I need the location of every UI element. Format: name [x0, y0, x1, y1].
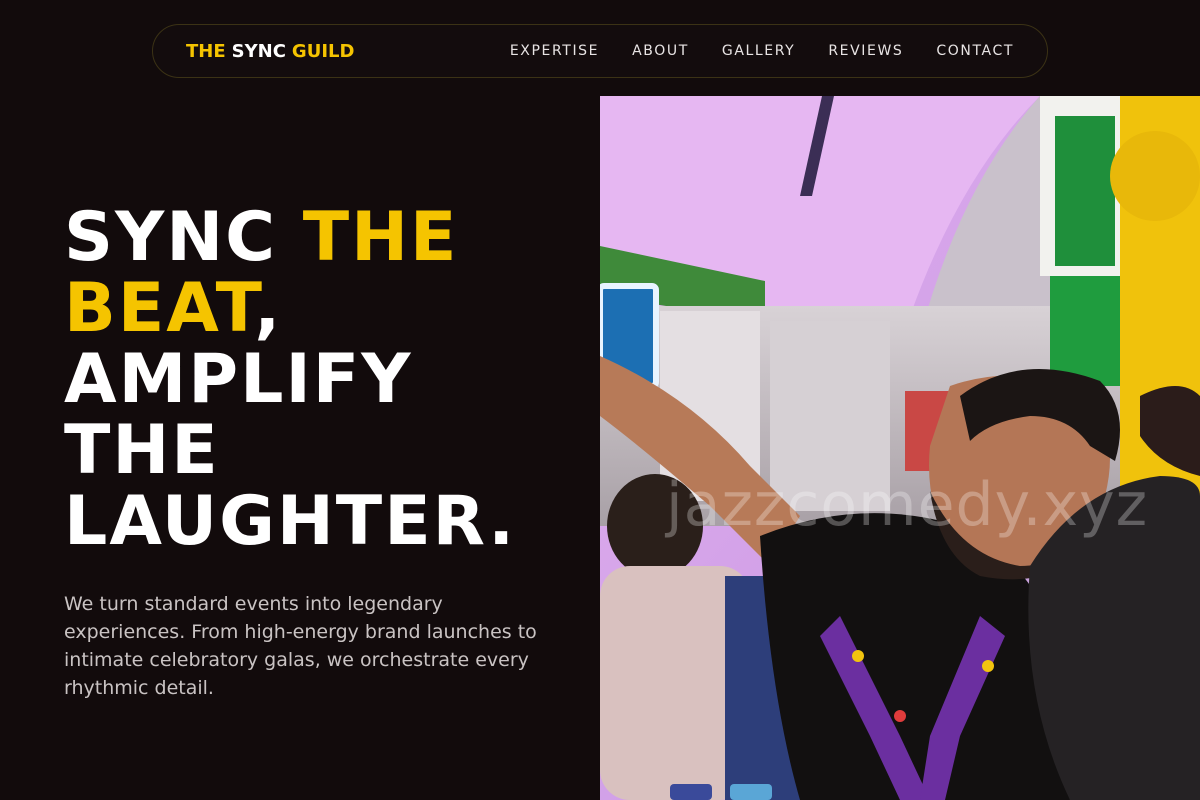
top-navigation: THE SYNC GUILD EXPERTISE ABOUT GALLERY R… — [152, 24, 1048, 78]
hero-title-word: THE — [64, 411, 220, 490]
hero-photo-illustration — [600, 96, 1200, 800]
hero-title: SYNC THE BEAT, AMPLIFY THE LAUGHTER. — [64, 202, 584, 557]
nav-link-gallery[interactable]: GALLERY — [722, 43, 795, 59]
brand-word-the: THE — [186, 40, 226, 62]
nav-link-contact[interactable]: CONTACT — [936, 43, 1014, 59]
hero-title-highlight: BEAT — [64, 269, 255, 348]
brand-logo[interactable]: THE SYNC GUILD — [186, 41, 354, 62]
hero-photo — [600, 96, 1200, 800]
brand-word-sync: SYNC — [231, 40, 286, 62]
hero-title-word: AMPLIFY — [64, 340, 413, 419]
page: THE SYNC GUILD EXPERTISE ABOUT GALLERY R… — [0, 0, 1200, 800]
hero-title-word: LAUGHTER. — [64, 482, 517, 561]
brand-word-guild: GUILD — [291, 40, 355, 62]
nav-menu: EXPERTISE ABOUT GALLERY REVIEWS CONTACT — [510, 43, 1014, 59]
nav-link-reviews[interactable]: REVIEWS — [828, 43, 903, 59]
hero-description: We turn standard events into legendary e… — [64, 593, 537, 699]
nav-link-expertise[interactable]: EXPERTISE — [510, 43, 599, 59]
hero-title-comma: , — [254, 269, 283, 348]
hero-title-highlight: THE — [302, 198, 459, 277]
hero-title-word: SYNC — [64, 198, 278, 277]
nav-link-about[interactable]: ABOUT — [632, 43, 689, 59]
